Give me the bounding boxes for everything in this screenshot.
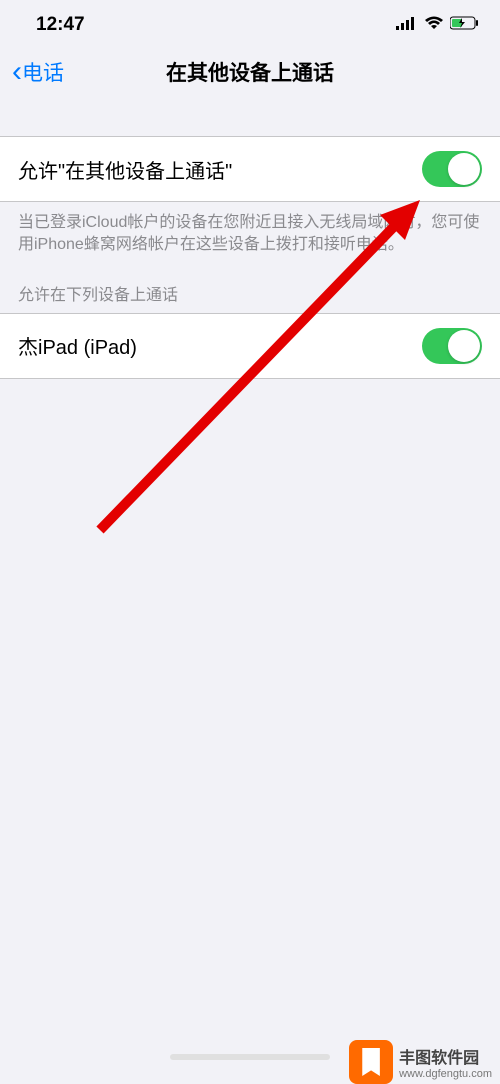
watermark-logo-icon [349,1040,393,1084]
watermark: 丰图软件园 www.dgfengtu.com [349,1040,500,1084]
section-footer: 当已登录iCloud帐户的设备在您附近且接入无线局域网时，您可使用iPhone蜂… [0,202,500,257]
device-toggle[interactable] [422,328,482,364]
main-toggle-section: 允许"在其他设备上通话" 当已登录iCloud帐户的设备在您附近且接入无线局域网… [0,136,500,257]
devices-header: 允许在下列设备上通话 [0,257,500,313]
cellular-icon [396,14,418,36]
wifi-icon [424,14,444,36]
back-button[interactable]: ‹ 电话 [12,55,64,89]
status-indicators [396,14,480,36]
battery-icon [450,14,480,36]
home-indicator [170,1054,330,1060]
status-time: 12:47 [36,14,85,36]
allow-calls-label: 允许"在其他设备上通话" [18,155,232,184]
device-label: 杰iPad (iPad) [18,331,137,360]
page-title: 在其他设备上通话 [166,57,334,87]
chevron-left-icon: ‹ [12,55,22,89]
allow-calls-row[interactable]: 允许"在其他设备上通话" [0,136,500,202]
devices-section: 允许在下列设备上通话 杰iPad (iPad) [0,257,500,379]
back-label: 电话 [22,57,64,87]
navigation-bar: ‹ 电话 在其他设备上通话 [0,44,500,100]
status-bar: 12:47 [0,0,500,44]
allow-calls-toggle[interactable] [422,151,482,187]
device-row[interactable]: 杰iPad (iPad) [0,313,500,379]
watermark-title: 丰图软件园 [399,1044,492,1068]
watermark-url: www.dgfengtu.com [399,1068,492,1080]
